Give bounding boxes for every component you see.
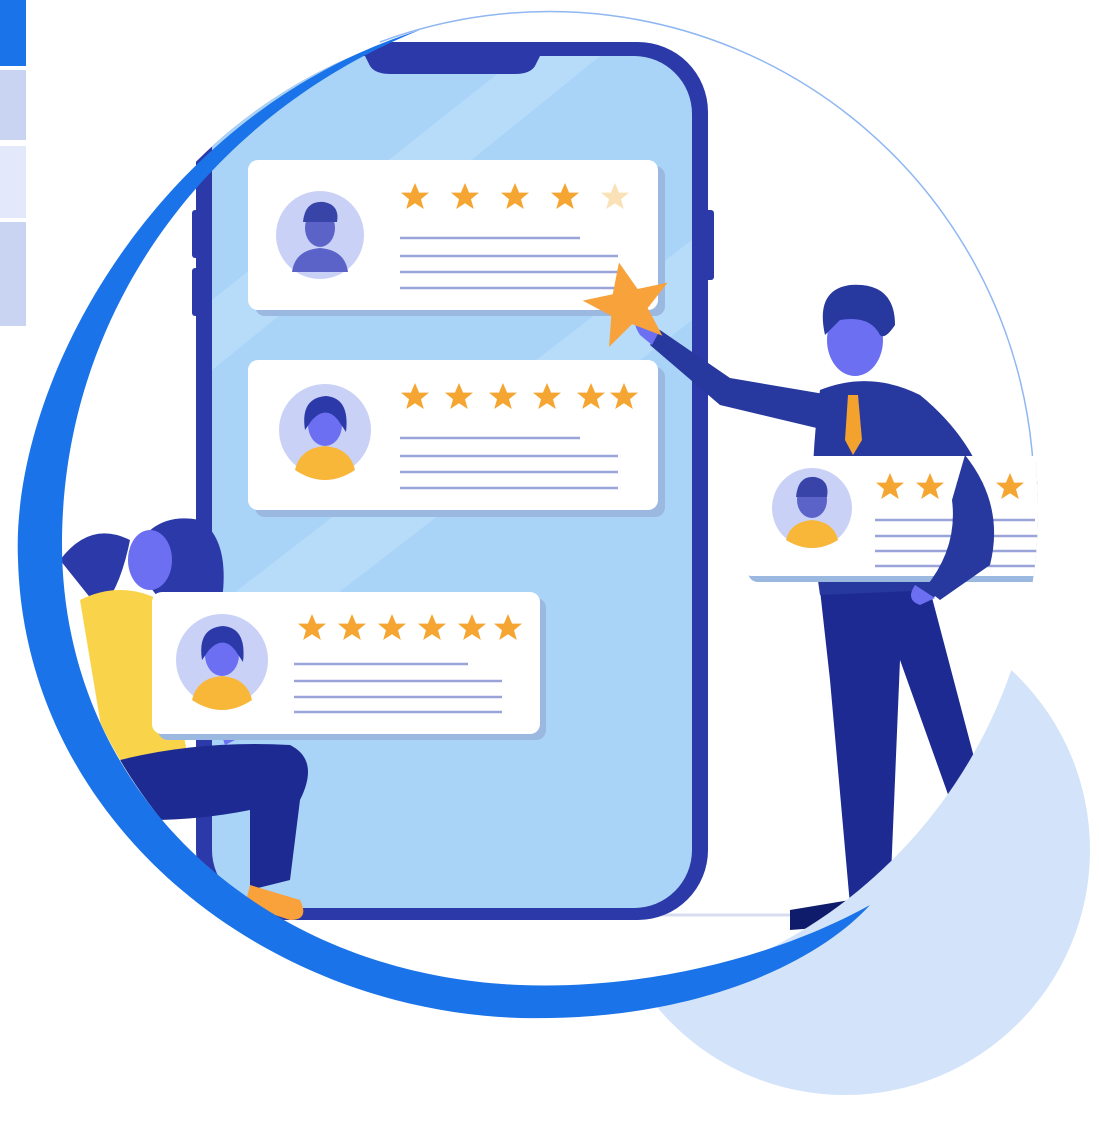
illustration-stage — [0, 0, 1099, 1126]
man-avatar-icon — [772, 468, 852, 548]
reviews-illustration — [17, 10, 1090, 1095]
review-card-3 — [152, 592, 546, 740]
review-card-2 — [248, 360, 665, 517]
review-card-4 — [742, 456, 1038, 582]
review-card-1 — [248, 160, 665, 316]
man-avatar-icon — [276, 191, 364, 279]
